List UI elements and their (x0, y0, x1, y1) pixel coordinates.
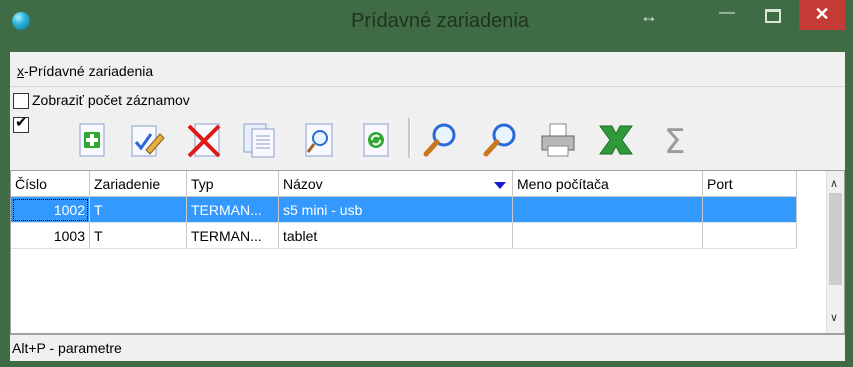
cell-nazov[interactable]: tablet (278, 222, 513, 249)
cell-nazov[interactable]: s5 mini - usb (278, 196, 513, 223)
devices-table: Číslo Zariadenie Typ Názov Meno počítača… (10, 170, 845, 334)
cell-typ[interactable]: TERMAN... (186, 222, 279, 249)
cell-cislo[interactable]: 1003 (11, 222, 90, 249)
vertical-scrollbar[interactable]: ∧ ∨ (826, 171, 844, 333)
column-header-meno[interactable]: Meno počítača (512, 171, 703, 197)
minimize-button[interactable]: — (705, 0, 749, 30)
cell-meno[interactable] (512, 222, 703, 249)
delete-icon[interactable] (185, 120, 225, 160)
close-button[interactable]: ✕ (799, 0, 845, 30)
table-header-row: Číslo Zariadenie Typ Názov Meno počítača… (11, 171, 797, 197)
edit-icon[interactable] (126, 120, 166, 160)
cell-typ[interactable]: TERMAN... (186, 196, 279, 223)
maximize-icon (765, 9, 781, 23)
filter-checkbox[interactable]: ✔ (13, 115, 29, 133)
scroll-up-icon[interactable]: ∧ (830, 177, 838, 190)
column-header-cislo[interactable]: Číslo (11, 171, 90, 197)
sum-icon[interactable]: Σ (656, 120, 696, 162)
resize-icon: ↔ (640, 6, 658, 26)
excel-icon[interactable] (596, 120, 636, 160)
menu-bar: x-Prídavné zariadenia (10, 52, 845, 87)
copy-icon[interactable] (240, 120, 280, 160)
cell-zariadenie[interactable]: T (89, 222, 187, 249)
column-header-typ[interactable]: Typ (186, 171, 279, 197)
column-header-port[interactable]: Port (702, 171, 797, 197)
show-count-label: Zobraziť počet záznamov (32, 92, 190, 108)
devices-grid: Číslo Zariadenie Typ Názov Meno počítača… (11, 171, 797, 249)
cell-port[interactable] (702, 222, 797, 249)
sort-desc-icon (494, 181, 506, 189)
toolbar-separator (408, 118, 411, 158)
column-header-nazov-label: Názov (283, 175, 323, 192)
column-header-nazov[interactable]: Názov (278, 171, 513, 197)
table-row[interactable]: 1002 T TERMAN... s5 mini - usb (11, 196, 797, 223)
search-icon[interactable] (420, 120, 460, 160)
add-icon[interactable] (72, 120, 112, 160)
cell-meno[interactable] (512, 196, 703, 223)
scroll-thumb[interactable] (829, 193, 842, 285)
cell-cislo[interactable]: 1002 (11, 196, 90, 223)
table-row[interactable]: 1003 T TERMAN... tablet (11, 222, 797, 249)
maximize-button[interactable] (755, 0, 799, 30)
view-icon[interactable] (300, 120, 340, 160)
show-count-checkbox[interactable] (13, 93, 29, 109)
cell-port[interactable] (702, 196, 797, 223)
scroll-down-icon[interactable]: ∨ (830, 311, 838, 324)
app-window: Prídavné zariadenia ↔ — ✕ x-Prídavné zar… (0, 0, 853, 367)
client-area: x-Prídavné zariadenia Zobraziť počet záz… (10, 52, 845, 361)
column-header-zariadenie[interactable]: Zariadenie (89, 171, 187, 197)
cell-zariadenie[interactable]: T (89, 196, 187, 223)
title-bar[interactable]: Prídavné zariadenia ↔ — ✕ (0, 0, 853, 52)
refresh-icon[interactable] (356, 120, 396, 160)
search-next-icon[interactable] (480, 120, 520, 160)
print-icon[interactable] (538, 120, 578, 160)
toolbar: ✔ Σ (10, 114, 845, 164)
svg-text:Σ: Σ (664, 122, 685, 160)
menu-item-devices[interactable]: x-Prídavné zariadenia (17, 63, 153, 79)
status-text: Alt+P - parametre (12, 340, 122, 356)
status-bar: Alt+P - parametre (10, 334, 845, 361)
